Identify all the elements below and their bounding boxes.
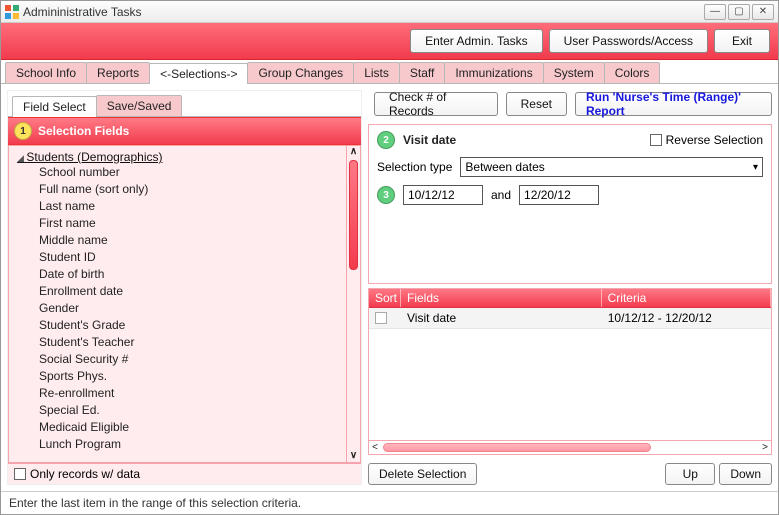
main-tabs: School InfoReports<-Selections->Group Ch… [1,60,778,84]
selection-fields-header: 1 Selection Fields [8,117,361,145]
tree-item[interactable]: Special Ed. [17,402,338,419]
tree-item[interactable]: Lunch Program [17,436,338,453]
step-3-badge: 3 [377,186,395,204]
main-tab[interactable]: School Info [5,62,87,83]
tree-item[interactable]: Student's Grade [17,317,338,334]
main-tab[interactable]: <-Selections-> [149,63,248,84]
tree-group-students[interactable]: Students (Demographics) [17,150,338,164]
reverse-selection-label: Reverse Selection [666,133,763,147]
up-button[interactable]: Up [665,463,715,485]
sub-tab[interactable]: Field Select [12,96,97,117]
exit-button[interactable]: Exit [714,29,770,53]
reverse-selection: Reverse Selection [650,133,763,147]
tree-item[interactable]: Full name (sort only) [17,181,338,198]
main-tab[interactable]: Reports [86,62,150,83]
right-panel: Check # of Records Reset Run 'Nurse's Ti… [368,90,772,485]
titlebar: Admininistrative Tasks — ▢ ✕ [1,1,778,23]
criteria-bottom-buttons: Delete Selection Up Down [368,459,772,485]
selection-fields-title: Selection Fields [38,124,129,138]
tree-item[interactable]: First name [17,215,338,232]
row-sort-checkbox[interactable] [375,312,387,324]
tree-item[interactable]: Gender [17,300,338,317]
reset-button[interactable]: Reset [506,92,567,116]
only-records-label: Only records w/ data [30,467,140,481]
col-sort[interactable]: Sort [369,289,401,307]
action-buttons-row: Check # of Records Reset Run 'Nurse's Ti… [368,90,772,120]
tree-item[interactable]: Date of birth [17,266,338,283]
reverse-selection-checkbox[interactable] [650,134,662,146]
table-row[interactable]: Visit date10/12/12 - 12/20/12 [369,308,771,329]
step-3-line: 3 10/12/12 and 12/20/12 [377,185,763,205]
date-to-input[interactable]: 12/20/12 [519,185,599,205]
criteria-grid-header: Sort Fields Criteria [369,289,771,308]
tree-item[interactable]: Middle name [17,232,338,249]
row-criteria-cell: 10/12/12 - 12/20/12 [602,308,771,328]
app-icon [5,5,19,19]
content-body: Field SelectSave/Saved 1 Selection Field… [1,84,778,491]
tree-item[interactable]: Social Security # [17,351,338,368]
app-window: Admininistrative Tasks — ▢ ✕ Enter Admin… [0,0,779,515]
check-records-button[interactable]: Check # of Records [374,92,498,116]
tree-item[interactable]: Sports Phys. [17,368,338,385]
field-tree-list[interactable]: Students (Demographics) School numberFul… [9,146,346,462]
main-tab[interactable]: Immunizations [444,62,543,83]
date-from-input[interactable]: 10/12/12 [403,185,483,205]
step-2-line: 2 Visit date Reverse Selection [377,131,763,149]
tree-item[interactable]: Re-enrollment [17,385,338,402]
hscroll-right-icon[interactable]: > [759,441,771,454]
hscroll-thumb[interactable] [383,443,651,452]
and-label: and [491,188,511,202]
enter-admin-tasks-button[interactable]: Enter Admin. Tasks [410,29,543,53]
selected-field-label: Visit date [403,133,456,147]
scroll-down-icon[interactable]: ∨ [347,450,360,462]
only-records-checkbox[interactable] [14,468,26,480]
minimize-button[interactable]: — [704,4,726,20]
user-passwords-button[interactable]: User Passwords/Access [549,29,708,53]
delete-selection-button[interactable]: Delete Selection [368,463,477,485]
row-field-cell: Visit date [401,308,602,328]
step-2-badge: 2 [377,131,395,149]
tree-item[interactable]: School number [17,164,338,181]
status-bar: Enter the last item in the range of this… [1,491,778,514]
row-sort-cell [369,308,401,328]
tree-item[interactable]: Medicaid Eligible [17,419,338,436]
selection-type-label: Selection type [377,160,452,174]
tree-item[interactable]: Student's Teacher [17,334,338,351]
window-title: Admininistrative Tasks [23,5,704,19]
run-report-button[interactable]: Run 'Nurse's Time (Range)' Report [575,92,772,116]
field-tree: Students (Demographics) School numberFul… [8,145,361,463]
main-tab[interactable]: System [543,62,605,83]
main-tab[interactable]: Lists [353,62,400,83]
down-button[interactable]: Down [719,463,772,485]
chevron-down-icon: ▾ [753,162,758,173]
tree-item[interactable]: Last name [17,198,338,215]
selection-type-combo[interactable]: Between dates ▾ [460,157,763,177]
main-tab[interactable]: Staff [399,62,445,83]
main-tab[interactable]: Colors [604,62,661,83]
criteria-hscrollbar[interactable]: < > [369,440,771,454]
col-criteria[interactable]: Criteria [602,289,771,307]
scroll-up-icon[interactable]: ∧ [347,146,360,158]
criteria-grid-body: Visit date10/12/12 - 12/20/12 [369,308,771,440]
window-buttons: — ▢ ✕ [704,4,774,20]
step-1-badge: 1 [14,122,32,140]
sub-tab[interactable]: Save/Saved [96,95,183,116]
tree-item[interactable]: Student ID [17,249,338,266]
left-panel: Field SelectSave/Saved 1 Selection Field… [7,90,362,485]
scroll-thumb[interactable] [349,160,358,270]
tree-scrollbar[interactable]: ∧ ∨ [346,146,360,462]
criteria-grid: Sort Fields Criteria Visit date10/12/12 … [368,288,772,455]
tree-item[interactable]: Enrollment date [17,283,338,300]
close-button[interactable]: ✕ [752,4,774,20]
maximize-button[interactable]: ▢ [728,4,750,20]
top-toolbar: Enter Admin. Tasks User Passwords/Access… [1,23,778,60]
hscroll-left-icon[interactable]: < [369,441,381,454]
main-tab[interactable]: Group Changes [247,62,354,83]
col-fields[interactable]: Fields [401,289,602,307]
sub-tabs: Field SelectSave/Saved [8,91,361,117]
selection-type-line: Selection type Between dates ▾ [377,157,763,177]
only-records-row: Only records w/ data [8,463,361,484]
criteria-form: 2 Visit date Reverse Selection Selection… [368,124,772,284]
selection-type-value: Between dates [465,160,544,174]
